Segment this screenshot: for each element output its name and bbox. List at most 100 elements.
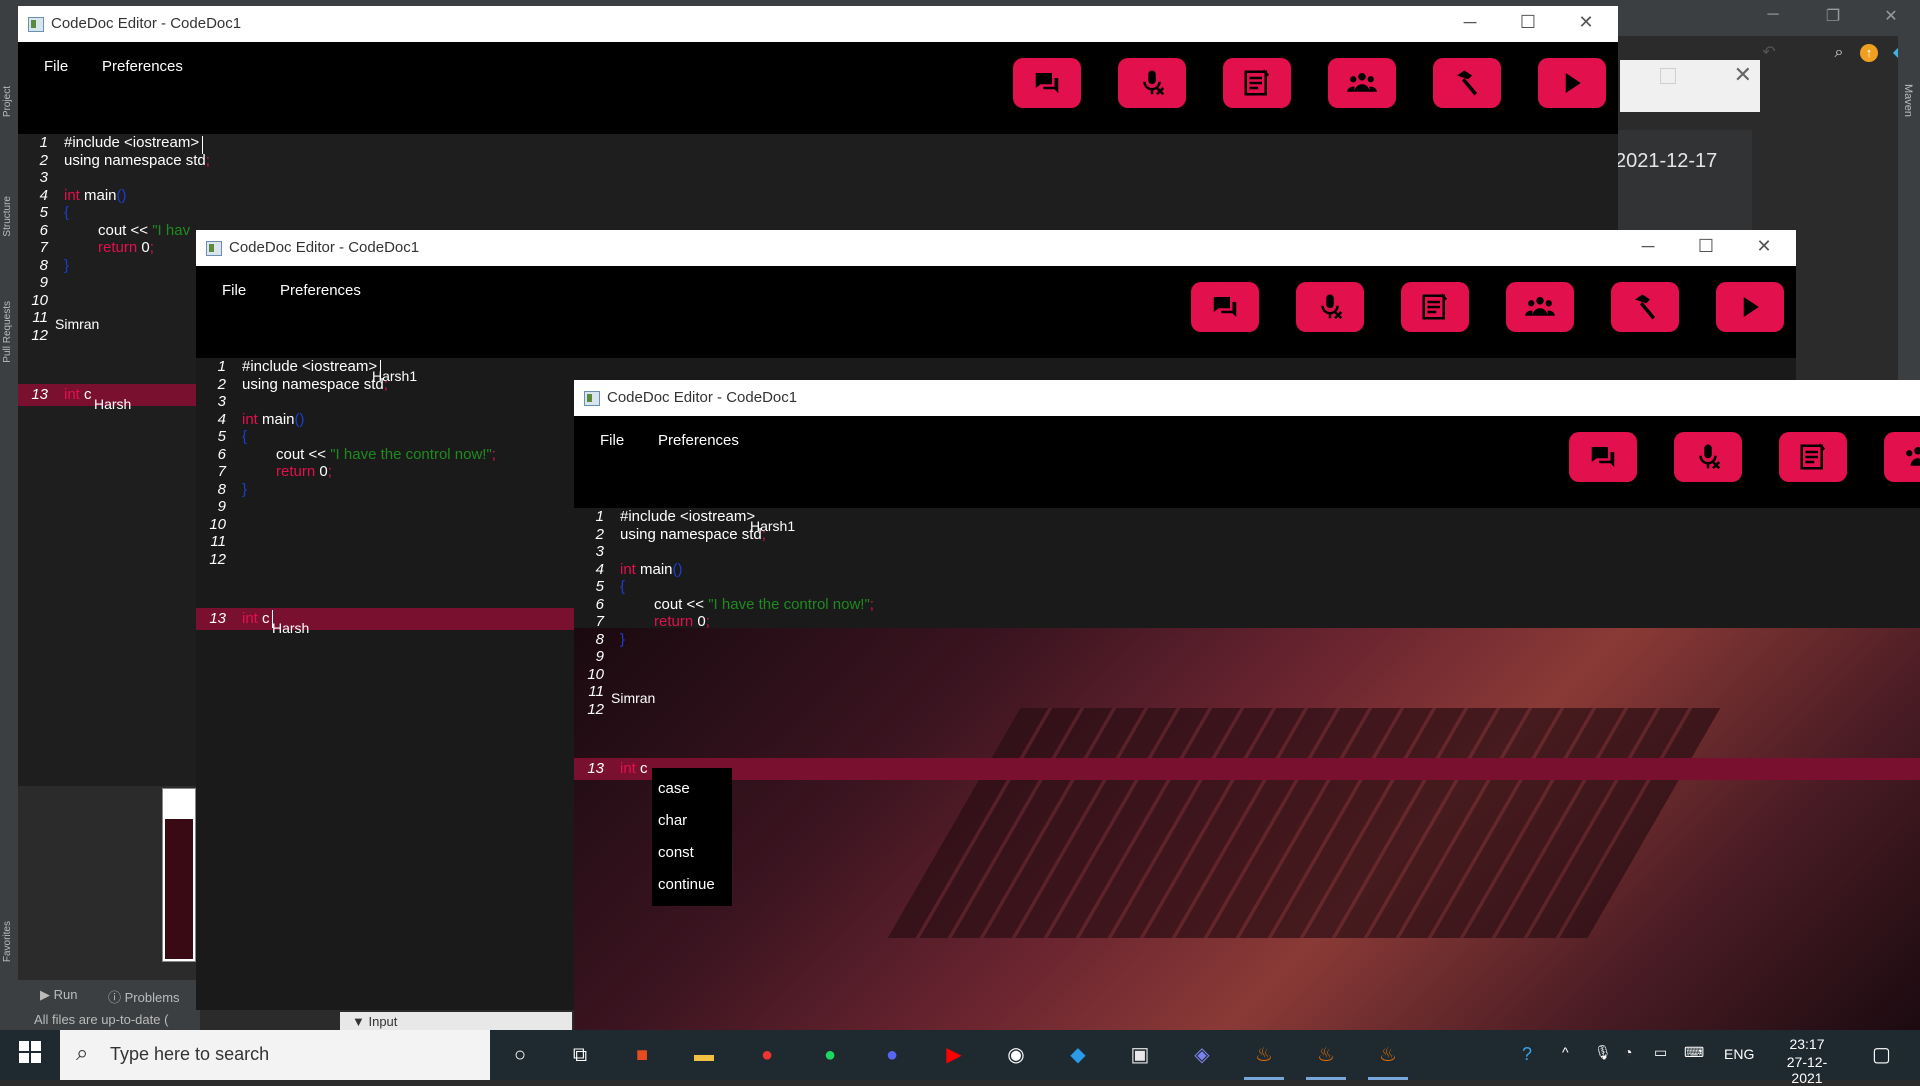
ide-floating-panel: ✕ [1620,60,1760,112]
code-line-5: { [64,204,70,221]
search-icon[interactable]: ⌕ [1830,44,1848,62]
minimize-icon[interactable]: ─ [1636,236,1660,257]
discord-icon[interactable]: ● [878,1041,906,1069]
vscode-icon[interactable]: ◆ [1064,1041,1092,1069]
code-editor[interactable]: 1 2 3 4 5 6 7 8 9 10 11 12 13 #include <… [574,508,1920,1030]
clock[interactable]: 23:17 27-12-2021 [1772,1036,1842,1086]
office-icon[interactable]: ■ [628,1041,656,1069]
line-number: 1 [595,508,604,525]
codedoc-window-3: CodeDoc Editor - CodeDoc1 File Preferenc… [574,380,1920,1030]
ide-side-panel [162,788,196,962]
microphone-icon[interactable]: 🎙 [1594,1044,1612,1061]
restore-icon[interactable]: ❐ [1818,6,1848,26]
problems-tab[interactable]: ⓘ Problems [108,987,180,1006]
notes-button[interactable] [1223,58,1291,108]
maximize-icon[interactable]: ☐ [1694,236,1718,257]
window-titlebar: CodeDoc Editor - CodeDoc1 ─ ☐ ✕ [196,230,1796,266]
menu-file[interactable]: File [600,432,624,449]
chat-button[interactable] [1569,432,1637,482]
update-icon[interactable]: ↑ [1860,44,1878,62]
remote-cursor-label: Harsh [272,620,310,636]
run-button[interactable] [1538,58,1606,108]
file-explorer-icon[interactable]: ▬ [690,1041,718,1069]
minimize-icon[interactable]: ─ [1458,12,1482,33]
mic-off-button[interactable] [1118,58,1186,108]
line-number: 7 [595,613,604,630]
code-line-1: #include <iostream> [620,508,756,525]
menu-preferences[interactable]: Preferences [102,58,183,75]
line-number: 5 [595,578,604,595]
menu-file[interactable]: File [222,282,246,299]
help-icon[interactable]: ? [1522,1044,1532,1065]
autocomplete-item[interactable]: const [658,844,694,861]
run-button[interactable] [1716,282,1784,332]
line-number: 2 [217,376,226,393]
window-title: CodeDoc Editor - CodeDoc1 [229,239,420,256]
line-number: 5 [39,204,48,221]
close-icon[interactable]: ✕ [1574,12,1598,33]
maven-tab[interactable]: Maven [1902,84,1914,117]
intellij-icon[interactable]: ▣ [1126,1041,1154,1069]
keyboard-icon[interactable]: ⌨ [1684,1044,1704,1061]
menu-preferences[interactable]: Preferences [658,432,739,449]
build-button[interactable] [1611,282,1679,332]
taskbar-search-box[interactable]: ⌕ Type here to search [60,1030,490,1080]
task-view-icon[interactable]: ⧉ [566,1041,594,1069]
whatsapp-icon[interactable]: ◉ [1002,1041,1030,1069]
chat-button[interactable] [1191,282,1259,332]
close-icon[interactable]: ✕ [1752,236,1776,257]
users-button[interactable] [1884,432,1920,482]
windows-start-icon[interactable] [16,1041,44,1069]
java-app-icon[interactable]: ♨ [1306,1041,1346,1080]
mic-off-button[interactable] [1296,282,1364,332]
notes-button[interactable] [1401,282,1469,332]
network-icon[interactable]: ◔ [1624,1044,1632,1060]
undo-icon[interactable]: ↶ [1760,44,1778,62]
minimize-icon[interactable]: ─ [1758,6,1788,24]
run-play-icon [1565,73,1581,93]
close-icon[interactable]: ✕ [1876,6,1906,26]
language-indicator[interactable]: ENG [1724,1046,1754,1062]
structure-tab[interactable]: Structure [2,196,13,237]
line-number: 8 [39,257,48,274]
notes-button[interactable] [1779,432,1847,482]
pull-requests-tab[interactable]: Pull Requests [2,301,13,363]
chevron-up-icon[interactable]: ^ [1562,1044,1569,1060]
autocomplete-item[interactable]: case [658,780,690,797]
java-app-icon[interactable]: ♨ [1368,1041,1408,1080]
users-button[interactable] [1506,282,1574,332]
menu-preferences[interactable]: Preferences [280,282,361,299]
maximize-icon[interactable]: ☐ [1516,12,1540,33]
spotify-icon[interactable]: ● [816,1041,844,1069]
code-line-13: int c [242,610,270,627]
youtube-icon[interactable]: ▶ [940,1041,968,1069]
build-button[interactable] [1433,58,1501,108]
maximize-icon[interactable] [1660,68,1676,84]
chrome-icon[interactable]: ● [753,1041,781,1069]
line-number: 7 [217,463,226,480]
favorites-tab[interactable]: Favorites [2,921,13,962]
menu-file[interactable]: File [44,58,68,75]
teams-icon[interactable]: ◈ [1188,1041,1216,1069]
line-number: 1 [217,358,226,375]
autocomplete-item[interactable]: char [658,812,687,829]
autocomplete-item[interactable]: continue [658,876,715,893]
notification-icon[interactable]: ▢ [1872,1042,1891,1067]
java-app-icon[interactable]: ♨ [1244,1041,1284,1080]
mic-off-button[interactable] [1674,432,1742,482]
cortana-icon[interactable]: ○ [506,1041,534,1069]
line-number: 4 [217,411,226,428]
battery-icon[interactable]: ▭ [1654,1044,1667,1061]
input-tab[interactable]: ▼ Input [340,1012,572,1030]
users-button[interactable] [1328,58,1396,108]
code-line-4: int main() [64,187,127,204]
chat-button[interactable] [1013,58,1081,108]
line-number: 7 [39,239,48,256]
menu-bar: File Preferences [18,42,1618,134]
notes-icon [1422,293,1448,320]
close-icon[interactable]: ✕ [1734,62,1752,88]
run-tab[interactable]: ▶ Run [40,987,77,1003]
project-tab[interactable]: Project [2,86,13,117]
line-number: 13 [209,610,226,627]
window-title: CodeDoc Editor - CodeDoc1 [51,15,242,32]
